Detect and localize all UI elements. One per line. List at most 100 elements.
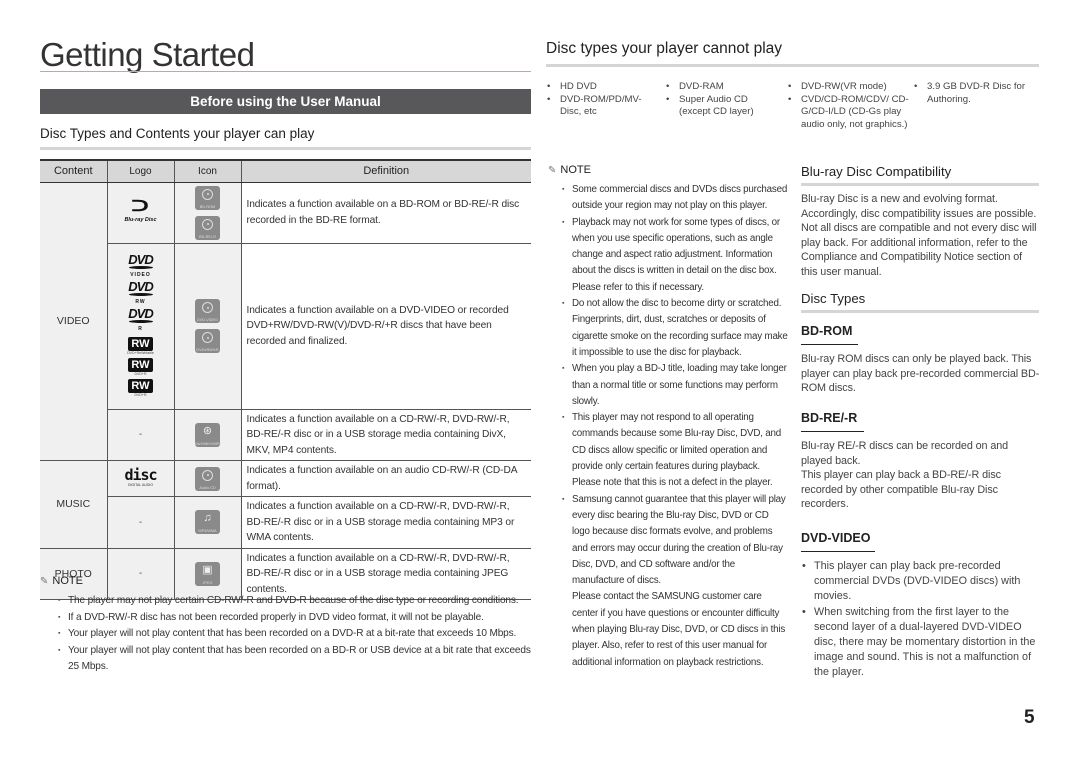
bd-re-r-text-1: Blu-ray RE/-R discs can be recorded on a…: [801, 440, 1009, 467]
rw-dvd-plus-r-logo: RW DVD+R: [108, 357, 174, 376]
dvd-r-logo: DVD R: [128, 305, 153, 332]
logo-cell: ᑐ Blu-ray Disc: [106, 182, 174, 244]
cannot-play-item: DVD-RAM: [665, 81, 775, 94]
content-cell-music: MUSIC: [40, 460, 107, 549]
cannot-play-item: CVD/CD-ROM/CDV/ CD-G/CD-I/LD (CD-Gs play…: [787, 94, 912, 132]
cannot-play-item: HD DVD: [546, 81, 656, 94]
logo-cell: -: [106, 496, 174, 549]
compatibility-text: Blu-ray Disc is a new and evolving forma…: [801, 193, 1037, 278]
disc-types-divider: [801, 310, 1039, 313]
divx-mkv-mp4-icon: ⊛ DivX/MKV/MP4: [195, 422, 222, 447]
cannot-play-column: HD DVD DVD-ROM/PD/MV-Disc, etc: [546, 81, 656, 119]
table-row: MUSIC disc DIGITAL AUDIO Audio CD Indicat…: [40, 460, 531, 549]
compact-disc-logo: disc DIGITAL AUDIO: [124, 466, 157, 488]
bd-rom-text: Blu-ray ROM discs can only be played bac…: [801, 353, 1040, 394]
compatibility-section: Blu-ray Disc Compatibility Blu-ray Disc …: [801, 164, 1041, 279]
definition-cell: Indicates a function available on a DVD-…: [240, 243, 531, 410]
page-number: 5: [1024, 707, 1035, 728]
cannot-play-item: DVD-RW(VR mode): [787, 81, 912, 94]
note-item: Samsung cannot guarantee that this playe…: [562, 492, 788, 590]
page-title: Getting Started: [40, 36, 255, 73]
bd-re-r-section: BD-RE/-R Blu-ray RE/-R discs can be reco…: [801, 409, 1041, 512]
note-list: The player may not play certain CD-RW/-R…: [58, 593, 535, 676]
dvd-video-underline: [801, 551, 875, 552]
title-divider: [40, 71, 531, 72]
note-label: NOTE: [52, 575, 83, 587]
cannot-play-column: 3.9 GB DVD-R Disc for Authoring.: [913, 81, 1043, 106]
dvd-video-logo: DVD VIDEO: [128, 251, 153, 278]
dvd-video-item: This player can play back pre-recorded c…: [801, 559, 1041, 605]
bd-re-r-icon: BD-RE/-R: [195, 215, 220, 240]
compatibility-heading: Blu-ray Disc Compatibility: [801, 164, 952, 179]
icon-cell: DVD-VIDEO DVD±RW/±R: [173, 243, 241, 410]
table-header-row: Content Logo Icon Definition: [40, 159, 531, 183]
bd-rom-icon: BD-ROM: [195, 185, 220, 210]
note-item: This player may not respond to all opera…: [562, 410, 788, 491]
dvd-video-section: DVD-VIDEO This player can play back pre-…: [801, 529, 1041, 681]
dvd-rw-r-icon: DVD±RW/±R: [195, 329, 220, 353]
bd-rom-heading: BD-ROM: [801, 324, 853, 338]
note-item: Your player will not play content that h…: [58, 643, 535, 676]
can-play-heading: Disc Types and Contents your player can …: [40, 126, 315, 141]
dvd-video-list: This player can play back pre-recorded c…: [801, 559, 1041, 681]
cannot-play-heading: Disc types your player cannot play: [546, 40, 783, 57]
definition-cell: Indicates a function available on an aud…: [240, 460, 531, 497]
icon-cell: BD-ROM BD-RE/-R: [173, 182, 241, 244]
column-header-logo: Logo: [106, 159, 174, 183]
disc-types-heading: Disc Types: [801, 291, 866, 306]
note-item: If a DVD-RW/-R disc has not been recorde…: [58, 610, 535, 627]
audio-cd-icon: Audio CD: [195, 466, 220, 491]
rw-dvd-r-logo: RW DVD+R: [108, 378, 174, 397]
note-item: Your player will not play content that h…: [58, 626, 535, 643]
table-row: DVD VIDEO DVD RW DVD R RW DVD+ReWritable RW D…: [40, 243, 531, 410]
disc-types-section: Disc Types: [801, 291, 1041, 313]
compatibility-divider: [801, 183, 1039, 186]
can-play-divider: [40, 147, 531, 150]
mp3-wma-icon: ♫ MP3/WMA: [195, 510, 220, 535]
column-header-definition: Definition: [240, 159, 531, 183]
note-list: Some commercial discs and DVDs discs pur…: [562, 182, 788, 671]
no-logo-dash: -: [138, 516, 143, 528]
bd-rom-section: BD-ROM Blu-ray ROM discs can only be pla…: [801, 322, 1041, 396]
column-header-icon: Icon: [173, 159, 241, 183]
icon-cell: ♫ MP3/WMA: [173, 496, 241, 549]
cannot-play-item: DVD-ROM/PD/MV-Disc, etc: [546, 94, 656, 119]
blu-ray-disc-logo: ᑐ Blu-ray Disc: [124, 198, 157, 223]
definition-cell: Indicates a function available on a CD-R…: [240, 409, 531, 461]
logo-cell: DVD VIDEO DVD RW DVD R RW DVD+ReWritable RW D…: [106, 243, 174, 410]
note-label: NOTE: [560, 164, 591, 176]
icon-cell: Audio CD: [173, 460, 241, 497]
cannot-play-divider: [546, 64, 1039, 67]
note-item: Some commercial discs and DVDs discs pur…: [562, 182, 788, 215]
note-cannot-play: ✎ NOTE Some commercial discs and DVDs di…: [548, 164, 788, 671]
bd-re-r-underline: [801, 431, 864, 432]
section-banner: Before using the User Manual: [40, 89, 531, 114]
column-header-content: Content: [40, 159, 107, 183]
no-logo-dash: -: [138, 429, 143, 441]
rw-dvd-plus-rw-logo: RW DVD+ReWritable: [127, 336, 154, 355]
definition-cell: Indicates a function available on a CD-R…: [240, 496, 531, 549]
table-row: - ⊛ DivX/MKV/MP4 Indicates a function ava…: [40, 409, 531, 461]
icon-cell: ⊛ DivX/MKV/MP4: [173, 409, 241, 461]
dvd-video-icon: DVD-VIDEO: [195, 299, 220, 323]
logo-cell: disc DIGITAL AUDIO: [106, 460, 174, 497]
cannot-play-item: Super Audio CD (except CD layer): [665, 94, 775, 119]
bd-rom-underline: [801, 344, 858, 345]
dvd-rw-logo: DVD RW: [128, 278, 153, 305]
note-item: When you play a BD-J title, loading may …: [562, 361, 788, 410]
dvd-video-heading: DVD-VIDEO: [801, 531, 871, 545]
content-cell-video: VIDEO: [40, 182, 107, 461]
logo-cell: -: [106, 409, 174, 461]
bd-re-r-heading: BD-RE/-R: [801, 411, 858, 425]
note-can-play: ✎ NOTE The player may not play certain C…: [40, 575, 535, 676]
bd-re-r-text-2: This player can play back a BD-RE/-R dis…: [801, 469, 1001, 510]
cannot-play-column: DVD-RW(VR mode) CVD/CD-ROM/CDV/ CD-G/CD-…: [787, 81, 912, 132]
note-item: Do not allow the disc to become dirty or…: [562, 296, 788, 361]
note-item: The player may not play certain CD-RW/-R…: [58, 593, 535, 610]
dvd-video-item: When switching from the first layer to t…: [801, 605, 1041, 681]
pencil-icon: ✎: [40, 575, 49, 587]
definition-cell: Indicates a function available on a BD-R…: [240, 182, 531, 244]
note-continuation: Please contact the SAMSUNG customer care…: [572, 591, 786, 668]
pencil-icon: ✎: [548, 164, 557, 176]
table-row: VIDEO ᑐ Blu-ray Disc BD-ROM BD-RE/-R Ind…: [40, 182, 531, 461]
